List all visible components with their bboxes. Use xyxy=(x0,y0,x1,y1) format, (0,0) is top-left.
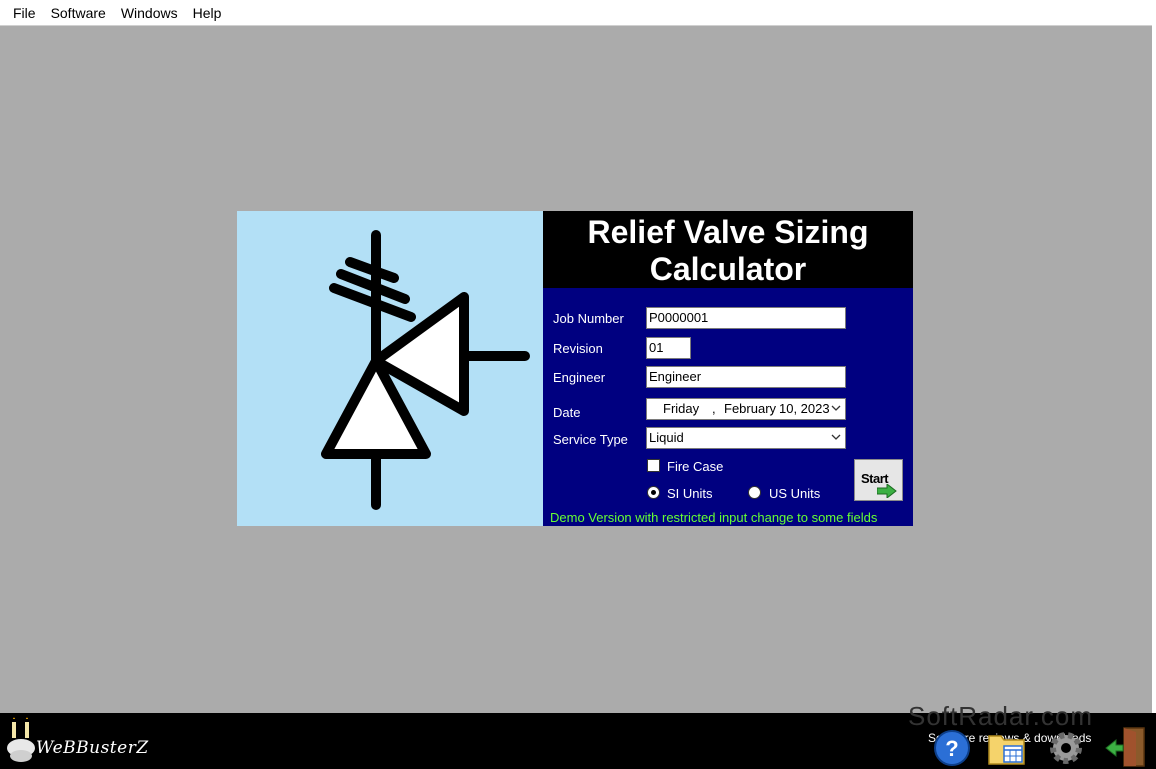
service-type-select[interactable]: Liquid xyxy=(646,427,846,449)
arrow-right-icon xyxy=(877,484,897,498)
engineer-field[interactable]: Engineer xyxy=(646,366,846,388)
menu-windows[interactable]: Windows xyxy=(114,2,185,24)
revision-label: Revision xyxy=(553,341,603,356)
menu-bar: File Software Windows Help xyxy=(0,0,1156,26)
valve-icon-area xyxy=(237,211,543,526)
start-button[interactable]: Start xyxy=(854,459,903,501)
gear-icon[interactable] xyxy=(1044,724,1088,768)
calendar-folder-icon[interactable] xyxy=(986,724,1030,768)
job-number-field[interactable]: P0000001 xyxy=(646,307,846,329)
fire-case-label: Fire Case xyxy=(667,459,724,474)
si-units-radio[interactable] xyxy=(647,486,660,499)
svg-text:?: ? xyxy=(945,736,958,761)
fire-case-checkbox[interactable] xyxy=(647,459,660,472)
bottom-toolbar: WeBBusterZ SoftRadar.com Software review… xyxy=(0,701,1156,769)
us-units-label: US Units xyxy=(769,486,821,501)
date-month: February xyxy=(724,401,777,416)
service-type-value: Liquid xyxy=(649,430,684,445)
title-line-1: Relief Valve Sizing xyxy=(587,214,869,250)
exit-door-icon[interactable] xyxy=(1104,724,1148,768)
engineer-label: Engineer xyxy=(553,370,606,385)
title-line-2: Calculator xyxy=(649,251,807,287)
service-type-label: Service Type xyxy=(553,432,628,447)
date-label: Date xyxy=(553,405,581,420)
us-units-radio[interactable] xyxy=(748,486,761,499)
chevron-down-icon[interactable] xyxy=(831,432,841,442)
job-form: Job Number P0000001 Revision 01 Engineer… xyxy=(543,288,913,526)
webbusterz-logo-text: WeBBusterZ xyxy=(36,738,149,758)
revision-field[interactable]: 01 xyxy=(646,337,691,359)
help-icon[interactable]: ? xyxy=(930,724,974,768)
date-separator: , xyxy=(712,401,716,416)
menu-software[interactable]: Software xyxy=(44,2,113,24)
app-title: Relief Valve Sizing Calculator xyxy=(543,211,913,288)
menu-help[interactable]: Help xyxy=(186,2,229,24)
calculator-panel: Relief Valve Sizing Calculator Job Numbe… xyxy=(237,211,913,526)
job-number-label: Job Number xyxy=(553,311,624,326)
date-day-year: 10, 2023 xyxy=(779,401,829,416)
date-day: Friday xyxy=(663,401,700,416)
demo-notice: Demo Version with restricted input chang… xyxy=(550,510,878,525)
chevron-down-icon[interactable] xyxy=(831,403,841,413)
menu-file[interactable]: File xyxy=(6,2,43,24)
relief-valve-symbol-icon xyxy=(321,230,530,510)
si-units-label: SI Units xyxy=(667,486,713,501)
window-edge xyxy=(1152,0,1156,713)
date-picker[interactable]: Friday , February 10, 2023 xyxy=(646,398,846,420)
